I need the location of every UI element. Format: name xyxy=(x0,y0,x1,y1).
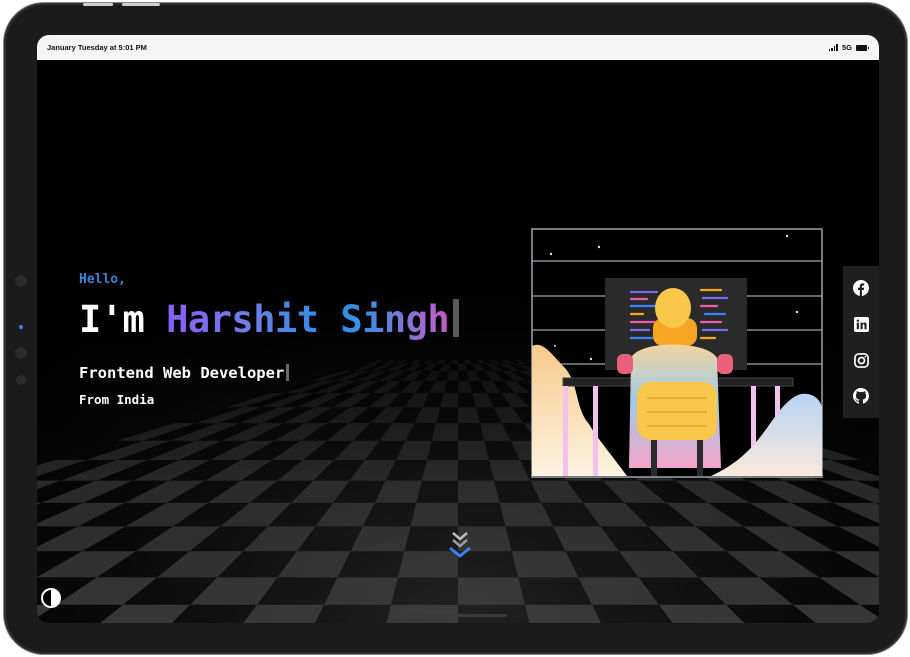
typing-cursor xyxy=(453,299,460,337)
typing-cursor-small xyxy=(286,364,290,381)
instagram-icon xyxy=(853,352,869,368)
github-link[interactable] xyxy=(851,386,871,406)
intro-prefix: I'm xyxy=(79,298,167,341)
power-button xyxy=(122,3,160,6)
network-label: 5G xyxy=(841,43,852,52)
chevron-double-down-icon[interactable] xyxy=(447,528,473,562)
volume-button xyxy=(83,3,113,6)
greeting-text: Hello, xyxy=(79,272,126,287)
intro-heading: I'm Harshit Singh xyxy=(79,298,460,341)
linkedin-link[interactable] xyxy=(851,314,871,334)
status-bar: January Tuesday at 5:01 PM 5G xyxy=(37,35,879,60)
social-links-bar xyxy=(843,266,879,418)
screen: January Tuesday at 5:01 PM 5G Hello, I'm… xyxy=(37,35,879,623)
linkedin-icon xyxy=(853,316,869,332)
battery-icon xyxy=(856,44,869,51)
developer-illustration xyxy=(531,228,823,478)
location-text: From India xyxy=(79,392,155,407)
role-text: Frontend Web Developer xyxy=(79,364,290,382)
status-time: January Tuesday at 5:01 PM xyxy=(47,43,147,52)
hero-section: Hello, I'm Harshit Singh Frontend Web De… xyxy=(37,60,879,623)
facebook-link[interactable] xyxy=(851,278,871,298)
github-icon xyxy=(853,388,869,404)
home-indicator xyxy=(407,614,507,617)
facebook-icon xyxy=(853,280,869,296)
status-indicators: 5G xyxy=(828,43,869,52)
developer-name: Harshit Singh xyxy=(166,298,450,341)
side-sensors xyxy=(15,275,27,385)
instagram-link[interactable] xyxy=(851,350,871,370)
contrast-icon[interactable] xyxy=(40,587,62,609)
role-label: Frontend Web Developer xyxy=(79,364,285,382)
signal-icon xyxy=(828,44,838,51)
